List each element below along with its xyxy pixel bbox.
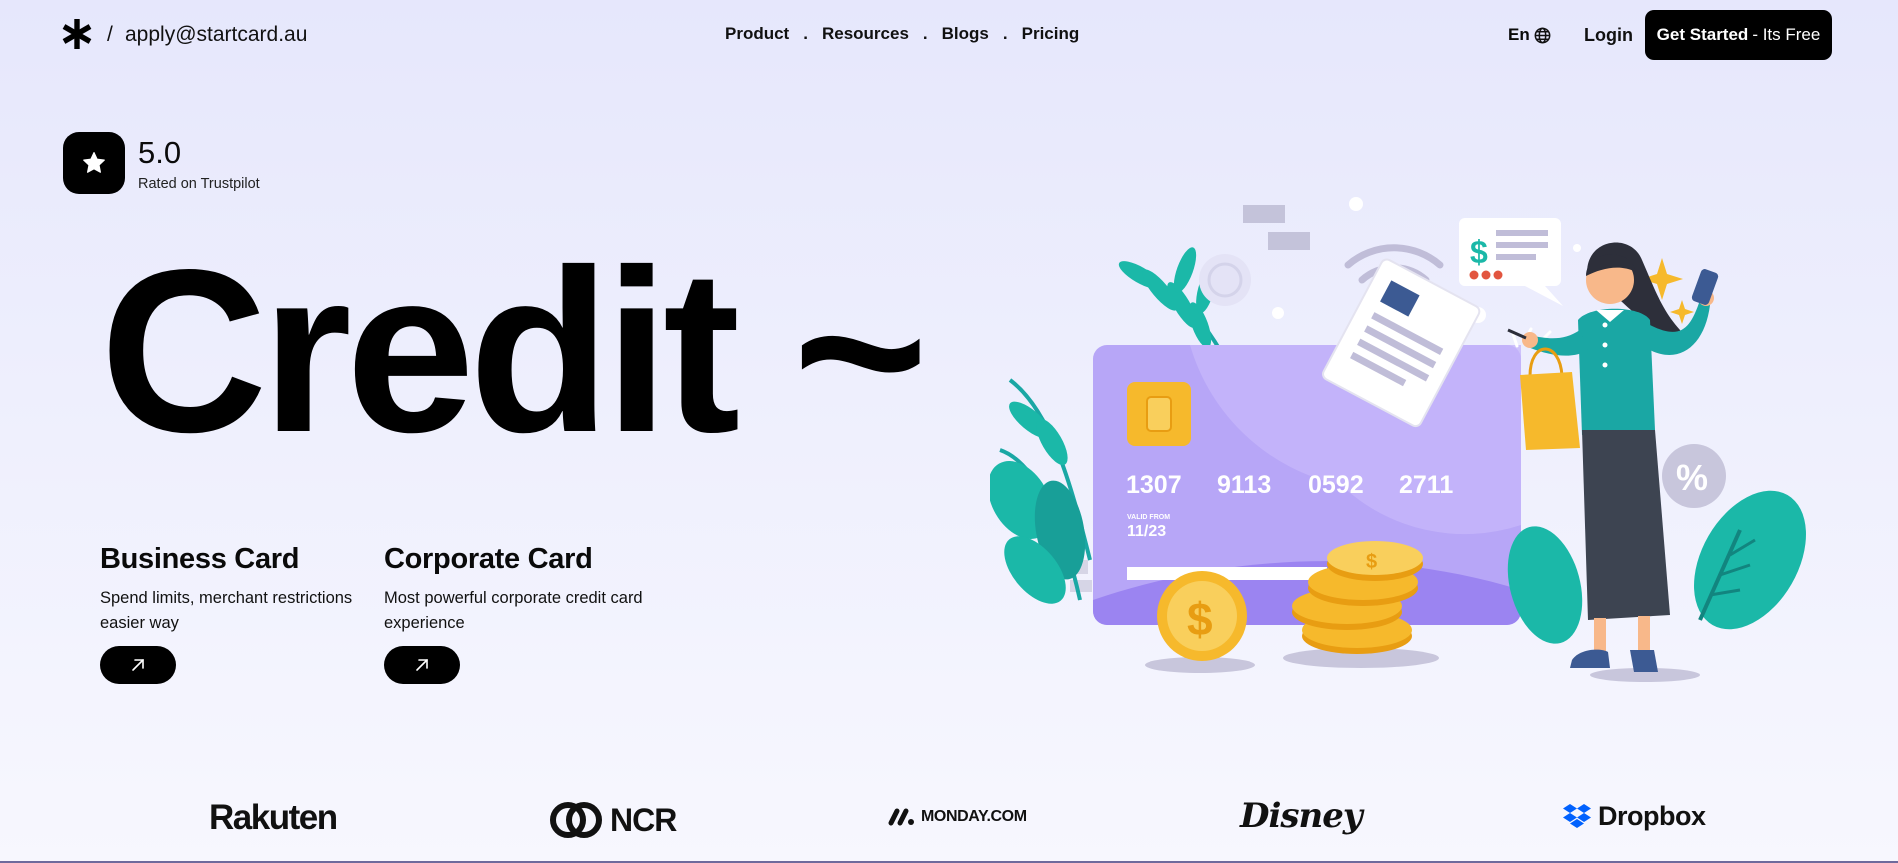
business-card-link-button[interactable]	[100, 646, 176, 684]
partner-name: NCR	[610, 801, 677, 838]
ncr-mark-icon	[550, 802, 602, 838]
corporate-card-link-button[interactable]	[384, 646, 460, 684]
dollar-text: $	[1366, 551, 1377, 573]
language-label: En	[1508, 25, 1530, 44]
nav-separator: .	[1002, 24, 1008, 43]
login-link[interactable]: Login	[1584, 25, 1633, 46]
partner-name: Dropbox	[1598, 801, 1706, 831]
card-number-group: 9113	[1217, 471, 1271, 499]
percent-badge-icon: %	[1662, 444, 1726, 508]
language-selector[interactable]: En	[1508, 25, 1551, 45]
left-plant-icon	[990, 378, 1092, 604]
card-number-group: 2711	[1399, 471, 1453, 499]
star-icon	[83, 152, 105, 173]
dollar-text: $	[1187, 593, 1213, 645]
business-card-feature: Business Card Spend limits, merchant res…	[100, 543, 360, 684]
site-header: / apply@startcard.au Product . Resources…	[0, 0, 1898, 70]
decor-dot	[1349, 197, 1363, 211]
get-started-button[interactable]: Get Started - Its Free	[1645, 10, 1832, 60]
logo-separator: /	[107, 23, 113, 46]
product-description: Spend limits, merchant restrictions easi…	[100, 589, 353, 632]
contact-email-link[interactable]: apply@startcard.au	[125, 23, 307, 47]
disney-logo: Disney	[1240, 796, 1363, 836]
invoice-bubble-icon: $	[1459, 218, 1563, 306]
nav-item-product[interactable]: Product	[725, 24, 789, 44]
nav-separator: .	[803, 24, 808, 43]
dollar-text: $	[1470, 234, 1488, 270]
product-title: Business Card	[100, 543, 300, 575]
rakuten-logo: Rakuten	[209, 798, 338, 838]
asterisk-icon[interactable]	[62, 17, 92, 51]
arrow-up-right-icon	[416, 659, 428, 671]
percent-text: %	[1676, 457, 1708, 498]
partner-logos: Rakuten NCR MONDAY.COM Disney Dropbox	[0, 790, 1898, 850]
valid-date: 11/23	[1127, 523, 1166, 540]
decor-dot	[1272, 307, 1284, 319]
decor-block	[1070, 580, 1092, 592]
ncr-logo: NCR	[548, 800, 677, 840]
dropbox-mark-icon	[1563, 803, 1591, 828]
trustpilot-badge	[63, 132, 125, 194]
partner-name: Disney	[1240, 796, 1363, 836]
dropbox-logo: Dropbox	[1562, 801, 1706, 832]
partner-name: MONDAY.COM	[921, 808, 1027, 825]
arrow-up-right-icon	[132, 659, 144, 671]
decor-block	[1268, 232, 1310, 250]
credit-card-icon: 1307 9113 0592 2711 VALID FROM 11/23	[1093, 345, 1521, 625]
decor-block	[1243, 205, 1285, 223]
corporate-card-feature: Corporate Card Most powerful corporate c…	[384, 543, 644, 684]
nav-item-resources[interactable]: Resources	[822, 24, 909, 44]
nav-item-pricing[interactable]: Pricing	[1022, 24, 1080, 44]
rating-caption: Rated on Trustpilot	[138, 176, 260, 192]
card-number-group: 1307	[1126, 471, 1182, 499]
get-started-label: Get Started	[1656, 25, 1749, 44]
rating-score: 5.0	[138, 135, 182, 170]
monday-logo: MONDAY.COM	[887, 807, 1027, 827]
card-number-group: 0592	[1308, 471, 1364, 499]
top-plant-icon	[1118, 247, 1251, 352]
get-started-sublabel: - Its Free	[1752, 25, 1821, 44]
decor-dot	[1573, 244, 1581, 252]
hero-title: Credit ~	[100, 222, 928, 481]
main-nav: Product . Resources . Blogs . Pricing	[725, 24, 1079, 44]
monday-mark-icon	[888, 808, 914, 826]
globe-icon	[1534, 27, 1551, 43]
partner-name: Rakuten	[209, 798, 338, 837]
credit-card-illustration: $ 1307 9113 0592 2711 VALID FROM 11/23 $…	[990, 197, 1806, 682]
nav-item-blogs[interactable]: Blogs	[942, 24, 989, 44]
nav-separator: .	[922, 24, 928, 43]
valid-from-label: VALID FROM	[1127, 514, 1170, 521]
product-description: Most powerful corporate credit card expe…	[384, 589, 643, 632]
product-title: Corporate Card	[384, 543, 593, 575]
